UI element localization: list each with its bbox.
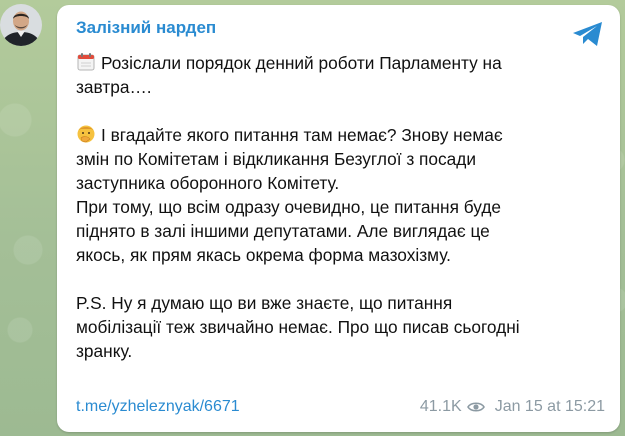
message-paragraph: Розіслали порядок денний роботи Парламен… <box>76 51 606 99</box>
message-line-text: І вгадайте якого питання там немає? Знов… <box>101 125 503 145</box>
message-line: піднято в залі іншими депутатами. Але ви… <box>76 219 606 243</box>
message-paragraph: І вгадайте якого питання там немає? Знов… <box>76 123 606 267</box>
message-line: Розіслали порядок денний роботи Парламен… <box>76 51 606 75</box>
message-line: якось, як прям якась окрема форма мазохі… <box>76 243 606 267</box>
message-line: зранку. <box>76 339 606 363</box>
message-line-text: якось, як прям якась окрема форма мазохі… <box>76 245 451 265</box>
message-footer: t.me/yzheleznyak/6671 41.1K Jan 15 at 15… <box>76 398 605 420</box>
message-paragraph: P.S. Ну я думаю що ви вже знаєте, що пит… <box>76 291 606 363</box>
post-link[interactable]: t.me/yzheleznyak/6671 <box>76 398 240 416</box>
calendar-icon <box>76 52 96 72</box>
message-bubble: Залізний нардеп Розіслали порядок денний… <box>57 5 620 432</box>
message-line: мобілізації теж звичайно немає. Про що п… <box>76 315 606 339</box>
telegram-send-icon <box>573 22 602 46</box>
message-line-text: При тому, що всім одразу очевидно, це пи… <box>76 197 502 217</box>
message-line-text: заступника оборонного Комітету. <box>76 173 340 193</box>
views-count: 41.1K <box>419 398 462 415</box>
message-line: завтра…. <box>76 75 606 99</box>
message-line-text: піднято в залі іншими депутатами. Але ви… <box>76 221 490 241</box>
thinking-face-icon <box>76 124 96 144</box>
message-line-text: мобілізації теж звичайно немає. Про що п… <box>76 317 520 337</box>
message-line: P.S. Ну я думаю що ви вже знаєте, що пит… <box>76 291 606 315</box>
message-line-text: змін по Комітетам і відкликання Безуглої… <box>76 149 476 169</box>
message-text: Розіслали порядок денний роботи Парламен… <box>76 51 606 363</box>
message-line-text: P.S. Ну я думаю що ви вже знаєте, що пит… <box>76 293 453 313</box>
share-button[interactable] <box>571 21 605 47</box>
message-line-text: Розіслали порядок денний роботи Парламен… <box>101 53 502 73</box>
eye-icon <box>466 402 485 412</box>
message-line: заступника оборонного Комітету. <box>76 171 606 195</box>
message-line: При тому, що всім одразу очевидно, це пи… <box>76 195 606 219</box>
message-meta: 41.1K Jan 15 at 15:21 <box>420 398 605 416</box>
channel-name[interactable]: Залізний нардеп <box>76 18 216 38</box>
message-line-text: зранку. <box>76 341 133 361</box>
message-line: І вгадайте якого питання там немає? Знов… <box>76 123 606 147</box>
message-line-text: завтра…. <box>76 77 152 97</box>
channel-avatar[interactable] <box>0 4 42 46</box>
message-line: змін по Комітетам і відкликання Безуглої… <box>76 147 606 171</box>
message-date: Jan 15 at 15:21 <box>494 398 605 415</box>
